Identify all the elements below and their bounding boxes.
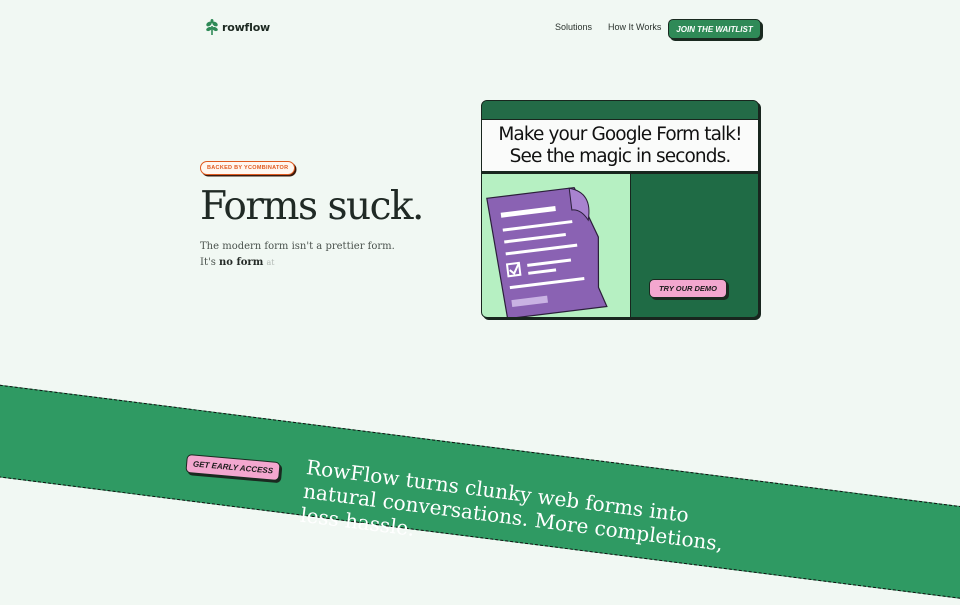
- brand-name: rowflow: [222, 20, 271, 34]
- nav-solutions[interactable]: Solutions: [555, 22, 592, 32]
- join-waitlist-button[interactable]: JOIN THE WAITLIST: [668, 19, 761, 39]
- card-illustration-panel: [482, 174, 631, 317]
- try-demo-button[interactable]: TRY OUR DEMO: [649, 279, 727, 298]
- hero-subtitle-line1: The modern form isn't a prettier form.: [200, 241, 395, 252]
- card-heading: Make your Google Form talk! See the magi…: [482, 120, 758, 174]
- card-top-bar: [482, 101, 758, 120]
- hero-subtitle: The modern form isn't a prettier form. I…: [200, 239, 395, 270]
- sprout-logo-icon: [206, 19, 218, 35]
- main-nav: Solutions How It Works: [555, 22, 661, 32]
- hero-subtitle-line2: It's no form at: [200, 255, 395, 271]
- form-document-icon: [486, 186, 608, 317]
- hero-subtitle-prefix: It's: [200, 256, 220, 268]
- backed-by-badge: BACKED BY YCOMBINATOR: [200, 161, 296, 175]
- card-heading-line1: Make your Google Form talk!: [498, 124, 742, 145]
- hero-title: Forms suck.: [200, 184, 424, 229]
- nav-how-it-works[interactable]: How It Works: [608, 22, 661, 32]
- typing-ghost-text: at: [266, 257, 275, 267]
- hero-subtitle-bold: no form: [219, 256, 264, 268]
- brand-logo[interactable]: rowflow: [205, 19, 270, 35]
- card-heading-line2: See the magic in seconds.: [509, 146, 732, 167]
